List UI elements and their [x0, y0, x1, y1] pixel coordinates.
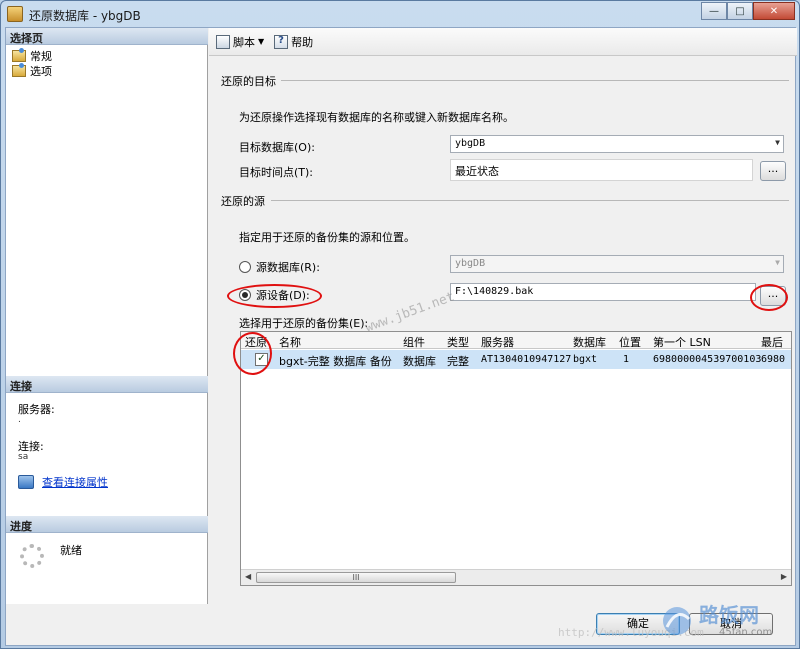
backup-sets-grid: 还原 名称 组件 类型 服务器 数据库 位置 第一个 LSN 最后 ✓ bgxt…: [240, 331, 792, 586]
source-device-radio[interactable]: 源设备(D):: [239, 287, 310, 303]
cell-type: 完整: [447, 355, 469, 368]
restore-target-description: 为还原操作选择现有数据库的名称或键入新数据库名称。: [239, 111, 514, 124]
page-item-options[interactable]: 选项: [12, 63, 52, 79]
minimize-button[interactable]: —: [701, 2, 727, 20]
general-page: 还原的目标 为还原操作选择现有数据库的名称或键入新数据库名称。 目标数据库(O)…: [209, 57, 797, 604]
logo-text: 路饭网: [699, 603, 759, 627]
target-time-browse-button[interactable]: ...: [760, 161, 786, 181]
script-button[interactable]: 脚本 ▼: [213, 32, 267, 52]
help-icon: [274, 34, 289, 49]
horizontal-scrollbar[interactable]: ◀ III ▶: [241, 569, 791, 585]
database-app-icon: [7, 6, 23, 22]
close-button[interactable]: ✕: [753, 2, 795, 20]
left-panel: 选择页 常规 选项 连接 服务器: . 连接: sa 查看连接属性 进度 就绪: [6, 28, 208, 604]
script-label: 脚本: [233, 35, 255, 49]
grid-header: 还原 名称 组件 类型 服务器 数据库 位置 第一个 LSN 最后: [241, 332, 791, 349]
watermark-diagonal: www.jb51.net: [363, 289, 457, 336]
table-row[interactable]: ✓ bgxt-完整 数据库 备份 数据库 完整 AT1304010947127 …: [241, 350, 791, 369]
cell-position: 1: [623, 354, 630, 365]
select-page-header: 选择页: [6, 28, 208, 45]
help-label: 帮助: [291, 35, 314, 49]
title-bar: 还原数据库 - ybgDB — □ ✕: [1, 1, 799, 27]
radio-button[interactable]: [239, 261, 251, 273]
group-divider: [281, 80, 789, 81]
cell-name: bgxt-完整 数据库 备份: [279, 355, 392, 368]
view-connection-link[interactable]: 查看连接属性: [42, 474, 108, 490]
toolbar: 脚本 ▼ 帮助: [209, 28, 797, 56]
backup-sets-label: 选择用于还原的备份集(E):: [239, 317, 369, 330]
server-label: 服务器:: [18, 403, 55, 416]
restore-target-group-title: 还原的目标: [221, 75, 276, 88]
column-header[interactable]: 名称: [279, 334, 301, 350]
page-item-label: 常规: [30, 50, 52, 63]
target-time-field: 最近状态: [450, 159, 753, 181]
column-header[interactable]: 服务器: [481, 334, 514, 350]
source-device-label: 源设备(D):: [256, 289, 310, 302]
cell-last-lsn: 6980: [761, 354, 786, 365]
maximize-button[interactable]: □: [727, 2, 753, 20]
connection-properties-icon: [18, 475, 34, 489]
source-db-label: 源数据库(R):: [256, 261, 320, 274]
column-header[interactable]: 最后: [761, 334, 783, 350]
scrollbar-thumb[interactable]: III: [256, 572, 456, 583]
chevron-down-icon: ▼: [775, 138, 780, 147]
progress-spinner-icon: [20, 544, 44, 568]
group-divider: [271, 200, 789, 201]
column-header[interactable]: 类型: [447, 334, 469, 350]
connection-header: 连接: [6, 376, 208, 393]
source-device-field[interactable]: F:\140829.bak: [450, 283, 756, 301]
site-logo: 路饭网 45fan.com: [659, 601, 795, 645]
scroll-right-icon[interactable]: ▶: [781, 572, 787, 581]
window-title: 还原数据库 - ybgDB: [29, 9, 141, 23]
server-value: .: [18, 415, 21, 425]
page-item-label: 选项: [30, 65, 52, 78]
restore-checkbox[interactable]: ✓: [255, 353, 268, 366]
logo-subtext: 45fan.com: [719, 627, 773, 638]
target-db-label: 目标数据库(O):: [239, 141, 315, 154]
scroll-left-icon[interactable]: ◀: [245, 572, 251, 581]
column-header[interactable]: 数据库: [573, 334, 606, 350]
target-db-value: ybgDB: [455, 138, 486, 149]
chevron-down-icon: ▼: [775, 258, 780, 267]
source-database-radio[interactable]: 源数据库(R):: [239, 259, 320, 275]
target-time-label: 目标时间点(T):: [239, 166, 314, 179]
connection-value: sa: [18, 452, 29, 462]
page-icon: [12, 63, 26, 77]
radio-button-selected[interactable]: [239, 289, 251, 301]
cell-server: AT1304010947127: [481, 354, 572, 365]
page-item-general[interactable]: 常规: [12, 48, 52, 64]
progress-header: 进度: [6, 516, 208, 533]
cell-first-lsn: 698000004539700103: [653, 354, 762, 365]
window-controls: — □ ✕: [701, 2, 795, 20]
script-dropdown-icon[interactable]: ▼: [258, 37, 264, 46]
restore-source-description: 指定用于还原的备份集的源和位置。: [239, 231, 415, 244]
cell-component: 数据库: [403, 355, 436, 368]
view-connection-properties[interactable]: 查看连接属性: [18, 474, 108, 490]
restore-database-window: 还原数据库 - ybgDB — □ ✕ 选择页 常规 选项 连接 服务器: . …: [0, 0, 800, 649]
source-db-value: ybgDB: [455, 258, 486, 269]
column-header[interactable]: 第一个 LSN: [653, 334, 711, 350]
script-icon: [216, 34, 230, 49]
progress-status: 就绪: [60, 544, 82, 557]
source-db-combo[interactable]: ybgDB ▼: [450, 255, 784, 273]
help-button[interactable]: 帮助: [271, 32, 316, 52]
target-db-combo[interactable]: ybgDB ▼: [450, 135, 784, 153]
source-device-browse-button[interactable]: ...: [760, 286, 786, 306]
dialog-client-area: 选择页 常规 选项 连接 服务器: . 连接: sa 查看连接属性 进度 就绪: [5, 27, 797, 646]
restore-source-group-title: 还原的源: [221, 195, 265, 208]
page-icon: [12, 48, 26, 62]
column-header[interactable]: 组件: [403, 334, 425, 350]
cell-database: bgxt: [573, 354, 598, 365]
column-header[interactable]: 位置: [619, 334, 641, 350]
column-header[interactable]: 还原: [245, 334, 267, 350]
